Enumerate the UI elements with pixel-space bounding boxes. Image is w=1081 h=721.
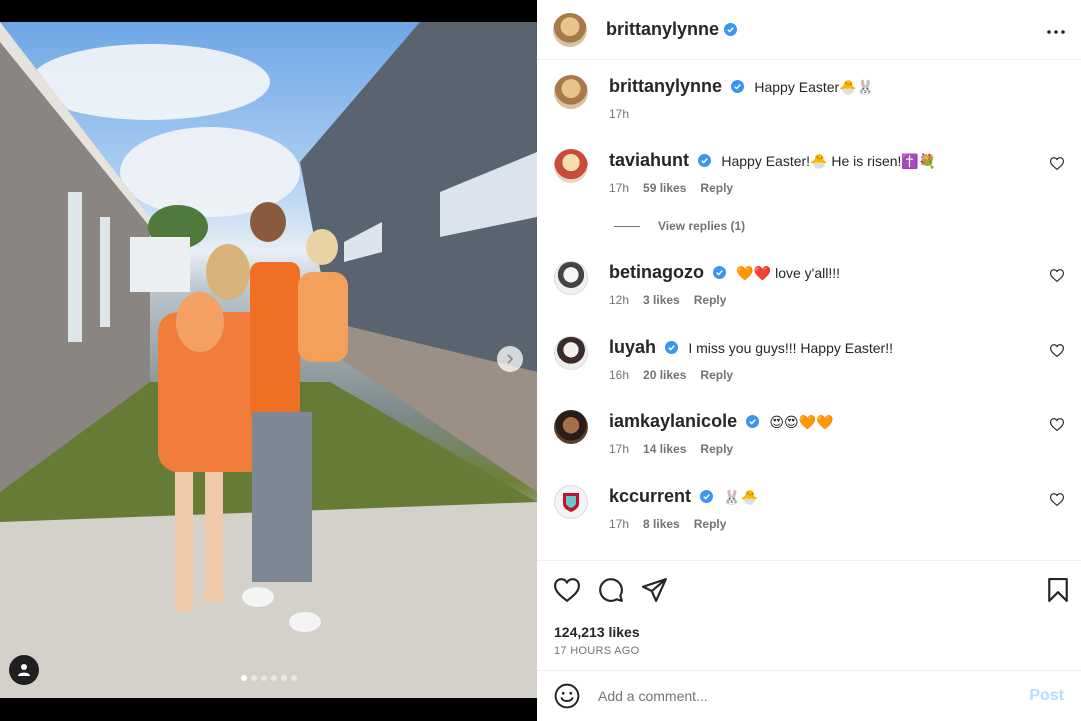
verified-badge-icon [665, 341, 679, 354]
reply-button[interactable]: Reply [694, 517, 727, 531]
comment-item: taviahunt Happy Easter!🐣 He is risen!✝️💐… [554, 149, 1064, 195]
heart-icon[interactable] [1050, 493, 1064, 506]
more-horizontal-icon [1047, 29, 1065, 34]
bookmark-icon[interactable] [1047, 578, 1069, 602]
reply-button[interactable]: Reply [700, 442, 733, 456]
post-side-panel: brittanylynne brittanylynne Happy Easter… [537, 0, 1081, 721]
comment-likes[interactable]: 8 likes [643, 517, 680, 531]
commenter-avatar[interactable] [554, 336, 588, 370]
commenter-avatar[interactable] [554, 261, 588, 295]
carousel-dot[interactable] [290, 675, 297, 681]
comment-item: betinagozo 🧡❤️ love y'all!!! 12h 3 likes… [554, 261, 1064, 307]
comment-likes[interactable]: 20 likes [643, 368, 686, 382]
reply-button[interactable]: Reply [700, 368, 733, 382]
post-media [0, 0, 537, 721]
comment-username[interactable]: luyah [609, 337, 656, 357]
heart-icon[interactable] [1050, 418, 1064, 431]
comment-username[interactable]: iamkaylanicole [609, 411, 737, 431]
comment-item: iamkaylanicole 😍😍🧡🧡 17h 14 likes Reply [554, 410, 1064, 456]
verified-badge-icon [713, 266, 727, 279]
photo-illustration [0, 22, 537, 698]
commenter-avatar[interactable] [554, 149, 588, 183]
comment-likes[interactable]: 3 likes [643, 293, 680, 307]
carousel-dot[interactable] [260, 675, 267, 681]
comment-text: Happy Easter!🐣 He is risen!✝️💐 [721, 153, 937, 169]
post-comment-button[interactable]: Post [1029, 687, 1064, 705]
comment-username[interactable]: betinagozo [609, 262, 704, 282]
post-timestamp[interactable]: 17 HOURS AGO [554, 645, 640, 657]
share-icon[interactable] [642, 578, 668, 602]
author-avatar[interactable] [553, 12, 587, 47]
kc-current-logo-icon [563, 493, 579, 512]
heart-icon[interactable] [1050, 344, 1064, 357]
reply-button[interactable]: Reply [700, 181, 733, 195]
emoji-icon[interactable] [554, 683, 580, 709]
reply-button[interactable]: Reply [694, 293, 727, 307]
comment-input[interactable] [598, 688, 1030, 704]
chevron-right-icon [507, 354, 514, 364]
view-replies-label: View replies (1) [658, 219, 746, 233]
comment-username[interactable]: taviahunt [609, 150, 689, 170]
caption-username[interactable]: brittanylynne [609, 76, 722, 96]
comment-item: kccurrent 🐰🐣 17h 8 likes Reply [554, 485, 1064, 531]
add-comment-bar: Post [537, 670, 1081, 721]
divider [614, 225, 640, 227]
comment-time[interactable]: 17h [609, 442, 629, 456]
caption-text: Happy Easter🐣🐰 [754, 79, 875, 95]
likes-count[interactable]: 124,213 likes [554, 624, 640, 640]
comment-username[interactable]: kccurrent [609, 486, 691, 506]
comment-text: I miss you guys!!! Happy Easter!! [688, 340, 893, 356]
comments-list: brittanylynne Happy Easter🐣🐰 17h taviahu… [537, 61, 1081, 560]
carousel-next-button[interactable] [497, 346, 523, 372]
comment-likes[interactable]: 14 likes [643, 442, 686, 456]
comment-likes[interactable]: 59 likes [643, 181, 686, 195]
comment-text: 🧡❤️ love y'all!!! [736, 265, 841, 281]
post-actions: 124,213 likes 17 HOURS AGO [537, 560, 1081, 670]
heart-icon[interactable] [554, 578, 580, 602]
comment-icon[interactable] [598, 577, 624, 603]
verified-badge-icon [724, 23, 738, 36]
carousel-dot[interactable] [250, 675, 257, 681]
heart-icon[interactable] [1050, 269, 1064, 282]
carousel-dots [0, 675, 537, 681]
comment-item: luyah I miss you guys!!! Happy Easter!! … [554, 336, 1064, 382]
author-avatar[interactable] [554, 75, 588, 109]
carousel-dot[interactable] [270, 675, 277, 681]
post-caption: brittanylynne Happy Easter🐣🐰 17h [554, 75, 1064, 121]
verified-badge-icon [731, 80, 745, 93]
author-username[interactable]: brittanylynne [606, 19, 719, 40]
view-replies-button[interactable]: View replies (1) [614, 219, 745, 233]
commenter-avatar[interactable] [554, 410, 588, 444]
commenter-avatar[interactable] [554, 485, 588, 519]
post-header: brittanylynne [537, 0, 1081, 60]
comment-time[interactable]: 17h [609, 181, 629, 195]
carousel-dot[interactable] [240, 675, 247, 681]
verified-badge-icon [700, 490, 714, 503]
carousel-dot[interactable] [280, 675, 287, 681]
comment-time[interactable]: 17h [609, 517, 629, 531]
post-photo[interactable] [0, 22, 537, 698]
comment-text: 🐰🐣 [723, 489, 759, 505]
comment-time[interactable]: 16h [609, 368, 629, 382]
comment-time[interactable]: 12h [609, 293, 629, 307]
verified-badge-icon [698, 154, 712, 167]
caption-time[interactable]: 17h [609, 107, 629, 121]
verified-badge-icon [746, 415, 760, 428]
comment-text: 😍😍🧡🧡 [769, 414, 834, 430]
more-options-button[interactable] [1047, 21, 1065, 39]
heart-icon[interactable] [1050, 157, 1064, 170]
